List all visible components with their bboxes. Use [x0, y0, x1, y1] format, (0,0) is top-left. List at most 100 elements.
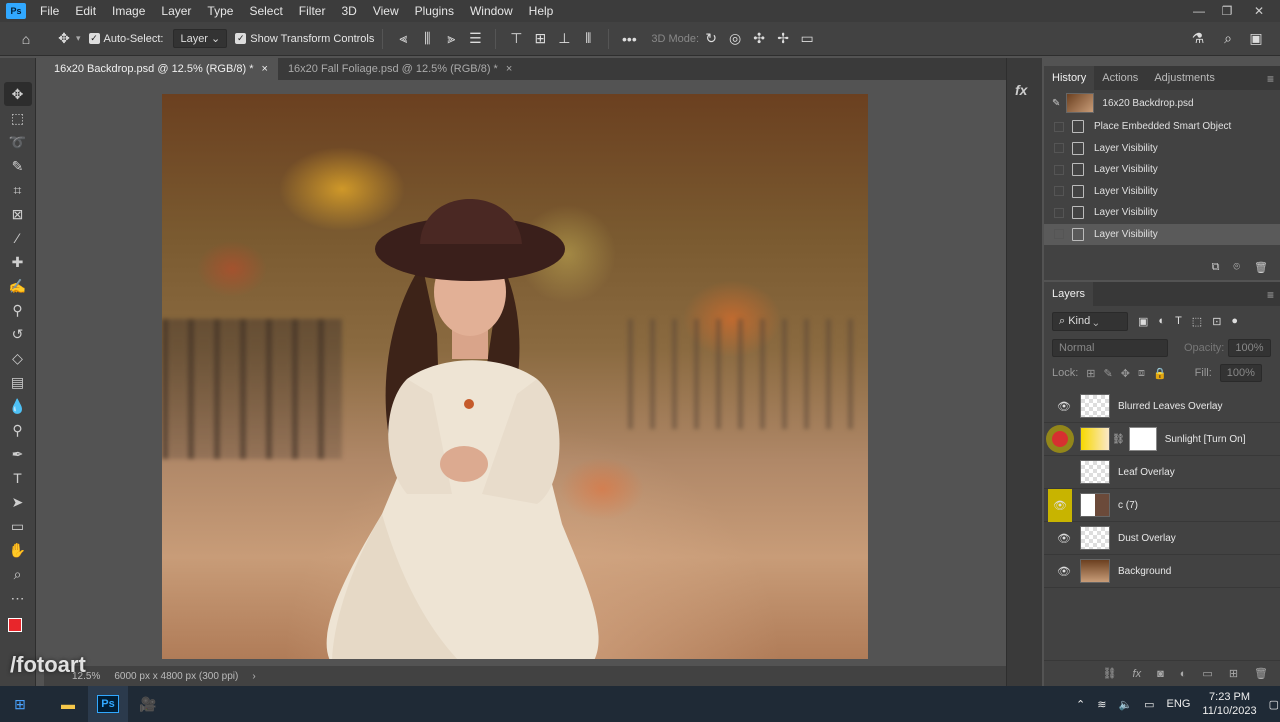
layer-row[interactable]: Leaf Overlay	[1044, 456, 1280, 489]
pen-tool-icon[interactable]: ✒	[4, 442, 32, 466]
layer-row[interactable]: ⛓ Sunlight [Turn On]	[1044, 423, 1280, 456]
show-transform-checkbox[interactable]: ✓ Show Transform Controls	[235, 33, 374, 45]
layer-row[interactable]: 👁 Blurred Leaves Overlay	[1044, 390, 1280, 423]
history-source-checkbox[interactable]	[1054, 164, 1064, 175]
status-menu-chevron[interactable]: ›	[252, 671, 255, 682]
stamp-tool-icon[interactable]: ⚲	[4, 298, 32, 322]
adjustment-layer-icon[interactable]: ◐	[1180, 668, 1187, 680]
3d-slide-icon[interactable]: ✢	[771, 27, 795, 51]
blend-mode-dropdown[interactable]: Normal	[1052, 339, 1168, 357]
lock-all-icon[interactable]: 🔒	[1153, 367, 1167, 380]
layer-row[interactable]: 👁 Dust Overlay	[1044, 522, 1280, 555]
blur-tool-icon[interactable]: 💧	[4, 394, 32, 418]
lock-transparent-icon[interactable]: ⊞	[1086, 367, 1095, 380]
quick-select-tool-icon[interactable]: ✎	[4, 154, 32, 178]
visibility-toggle[interactable]	[1048, 423, 1072, 456]
menu-file[interactable]: File	[32, 0, 67, 22]
close-icon[interactable]: ×	[506, 63, 512, 75]
history-step[interactable]: Layer Visibility	[1044, 159, 1280, 181]
menu-type[interactable]: Type	[199, 0, 241, 22]
history-step-current[interactable]: Layer Visibility	[1044, 223, 1280, 245]
pixel-filter-icon[interactable]: ▣	[1138, 315, 1148, 328]
fx-icon[interactable]: fx	[1015, 82, 1027, 98]
3d-roll-icon[interactable]: ◎	[723, 27, 747, 51]
more-options-icon[interactable]: •••	[617, 27, 641, 51]
history-step[interactable]: Layer Visibility	[1044, 181, 1280, 203]
foreground-color-swatch[interactable]	[7, 618, 22, 632]
menu-filter[interactable]: Filter	[291, 0, 334, 22]
tool-preset-chevron-icon[interactable]: ▾	[76, 33, 81, 44]
flask-icon[interactable]: ⚗	[1186, 27, 1210, 51]
history-brush-icon[interactable]: ↺	[4, 322, 32, 346]
auto-select-checkbox[interactable]: ✓ Auto-Select:	[88, 33, 163, 45]
history-source-checkbox[interactable]	[1054, 229, 1064, 240]
lasso-tool-icon[interactable]: ➰	[4, 130, 32, 154]
menu-3d[interactable]: 3D	[333, 0, 364, 22]
hand-tool-icon[interactable]: ✋	[4, 538, 32, 562]
layer-name[interactable]: Leaf Overlay	[1118, 467, 1175, 478]
search-icon[interactable]: ⌕	[1216, 27, 1240, 51]
3d-orbit-icon[interactable]: ↻	[699, 27, 723, 51]
opacity-value[interactable]: 100%	[1228, 339, 1271, 357]
3d-camera-icon[interactable]: ▭	[795, 27, 819, 51]
lock-artboard-icon[interactable]: ⧈	[1138, 367, 1145, 380]
3d-pan-icon[interactable]: ✣	[747, 27, 771, 51]
marquee-tool-icon[interactable]: ⬚	[4, 106, 32, 130]
visibility-toggle[interactable]: 👁	[1048, 488, 1072, 522]
menu-view[interactable]: View	[365, 0, 407, 22]
menu-plugins[interactable]: Plugins	[407, 0, 462, 22]
chevron-up-icon[interactable]: ⌃	[1076, 698, 1085, 711]
layer-mask-thumbnail[interactable]	[1128, 427, 1157, 451]
zoom-tool-icon[interactable]: ⌕	[4, 562, 32, 586]
visibility-toggle[interactable]: 👁	[1048, 555, 1072, 588]
visibility-toggle[interactable]	[1048, 456, 1072, 489]
close-icon[interactable]: ×	[262, 63, 268, 75]
menu-help[interactable]: Help	[521, 0, 562, 22]
volume-icon[interactable]: 🔈	[1118, 698, 1132, 711]
layer-name[interactable]: c (7)	[1118, 500, 1138, 511]
history-source-checkbox[interactable]	[1054, 121, 1064, 132]
healing-brush-icon[interactable]: ✚	[4, 250, 32, 274]
fx-icon[interactable]: fx	[1133, 668, 1142, 680]
trash-icon[interactable]: 🗑	[1254, 261, 1268, 274]
layer-row[interactable]: 👁 Background	[1044, 555, 1280, 588]
shape-filter-icon[interactable]: ⬚	[1192, 315, 1202, 328]
frame-tool-icon[interactable]: ⊠	[4, 202, 32, 226]
move-tool-icon[interactable]: ✥	[52, 27, 76, 51]
type-tool-icon[interactable]: T	[4, 466, 32, 490]
smart-object-filter-icon[interactable]: ⊡	[1212, 315, 1221, 328]
tab-backdrop[interactable]: 16x20 Backdrop.psd @ 12.5% (RGB/8) * ×	[44, 58, 278, 80]
filter-kind-dropdown[interactable]: ⌕ Kind ⌄	[1052, 311, 1128, 331]
eraser-tool-icon[interactable]: ◇	[4, 346, 32, 370]
menu-layer[interactable]: Layer	[153, 0, 199, 22]
align-bottom-icon[interactable]: ⊥	[552, 27, 576, 51]
close-window-button[interactable]: ✕	[1244, 0, 1274, 22]
align-left-icon[interactable]: ⫷	[391, 27, 415, 51]
layer-name[interactable]: Blurred Leaves Overlay	[1118, 401, 1223, 412]
document-canvas[interactable]	[162, 94, 868, 659]
filter-toggle-icon[interactable]: ●	[1231, 315, 1238, 327]
new-document-from-state-icon[interactable]: ⧉	[1212, 261, 1220, 274]
history-source-checkbox[interactable]	[1054, 186, 1064, 197]
crop-tool-icon[interactable]: ⌗	[4, 178, 32, 202]
trash-icon[interactable]: 🗑	[1254, 667, 1268, 680]
canvas-area[interactable]	[44, 80, 990, 666]
minimize-button[interactable]: —	[1184, 0, 1214, 22]
dodge-tool-icon[interactable]: ⚲	[4, 418, 32, 442]
brush-tool-icon[interactable]: ✍	[4, 274, 32, 298]
visibility-toggle[interactable]: 👁	[1048, 390, 1072, 423]
history-source-checkbox[interactable]	[1054, 143, 1064, 154]
link-icon[interactable]: ⛓	[1112, 434, 1125, 445]
layer-name[interactable]: Background	[1118, 566, 1171, 577]
history-step[interactable]: Layer Visibility	[1044, 138, 1280, 160]
tab-layers[interactable]: Layers	[1044, 282, 1094, 306]
history-snapshot[interactable]: ✎ 16x20 Backdrop.psd	[1044, 90, 1280, 116]
history-brush-source-icon[interactable]: ✎	[1052, 98, 1060, 109]
file-explorer-icon[interactable]: ▬	[48, 686, 88, 722]
align-right-icon[interactable]: ⫸	[439, 27, 463, 51]
menu-window[interactable]: Window	[462, 0, 521, 22]
panel-menu-icon[interactable]: ≡	[1267, 288, 1274, 302]
distribute-icon[interactable]: ☰	[463, 27, 487, 51]
home-icon[interactable]: ⌂	[14, 27, 38, 51]
camera-icon[interactable]: ⌾	[1233, 261, 1240, 274]
